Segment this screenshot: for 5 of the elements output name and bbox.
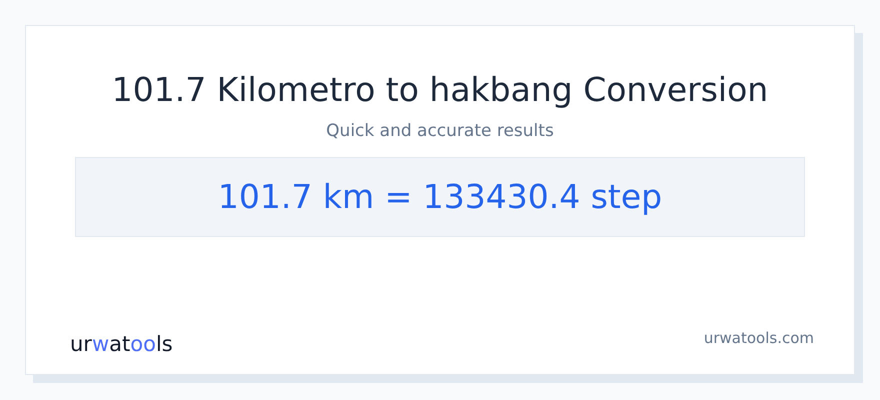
subtitle: Quick and accurate results [326,120,554,143]
page-title: 101.7 Kilometro to hakbang Conversion [112,69,768,111]
site-url: urwatools.com [704,328,814,349]
logo: urwatools [70,331,173,358]
conversion-result: 101.7 km = 133430.4 step [218,176,662,218]
